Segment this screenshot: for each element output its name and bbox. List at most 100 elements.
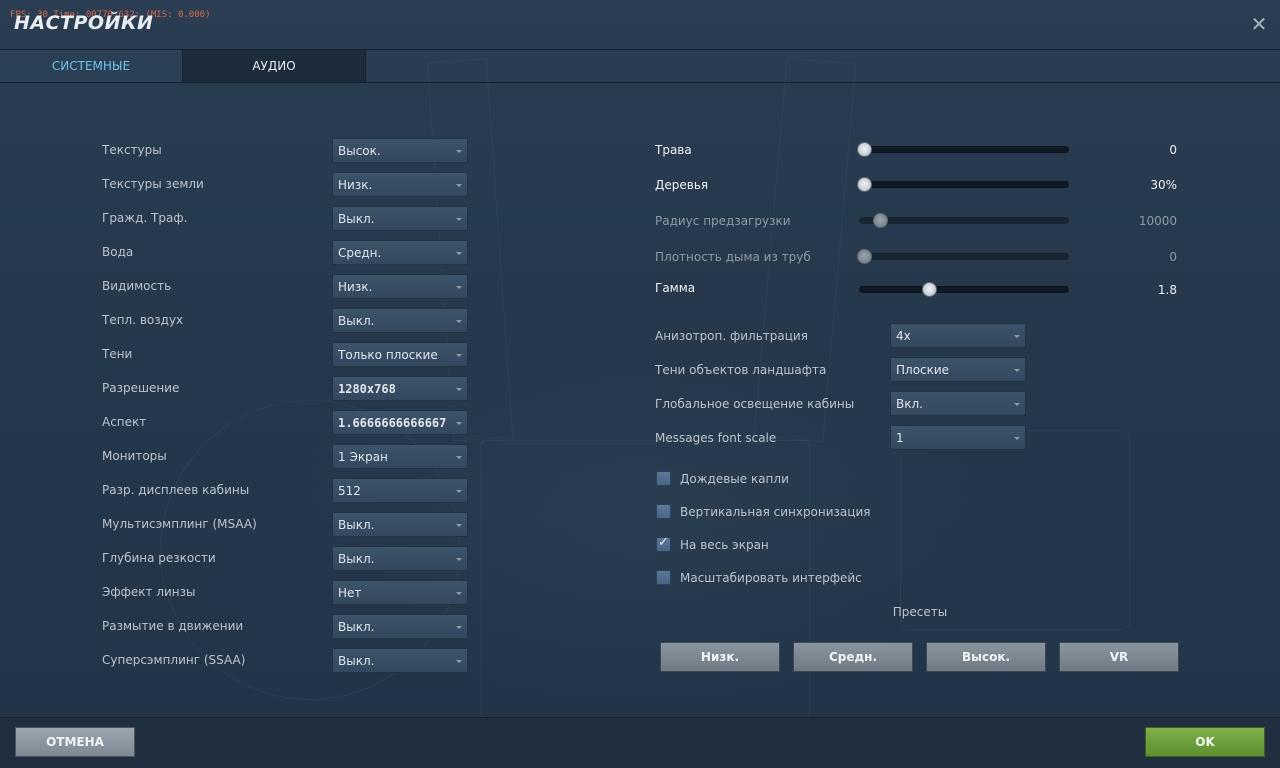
checkbox-vsync[interactable] [656,504,671,519]
slider-preload-radius[interactable] [859,217,1069,224]
dropdown-value: 512 [338,484,361,498]
dropdown-shadows[interactable]: Только плоские [332,342,468,367]
dropdown-msaa[interactable]: Выкл. [332,512,468,537]
setting-label-resolution: Разрешение [102,381,180,395]
dropdown-water[interactable]: Средн. [332,240,468,265]
slider-thumb-gamma[interactable] [921,282,937,297]
checkbox-scale-ui[interactable] [656,570,671,585]
ok-button[interactable]: OK [1145,727,1265,757]
preset-high-button[interactable]: Высок. [926,642,1046,672]
setting-label-heat-blur: Тепл. воздух [102,313,184,327]
dropdown-value: Низк. [338,178,373,192]
dropdown-cockpit-displays[interactable]: 512 [332,478,468,503]
background-cockpit-panel [900,430,1130,630]
chevron-down-icon [456,592,462,595]
slider-trees[interactable] [859,181,1069,188]
footer-bar [0,718,1280,768]
dropdown-heat-blur[interactable]: Выкл. [332,308,468,333]
preset-vr-button[interactable]: VR [1059,642,1179,672]
chevron-down-icon [456,354,462,357]
setting-label-cockpit-displays: Разр. дисплеев кабины [102,483,250,497]
checkbox-label-fullscreen[interactable]: На весь экран [680,538,769,552]
dropdown-ssaa[interactable]: Выкл. [332,648,468,673]
slider-value-trees: 30% [1150,178,1177,192]
setting-label-cockpit-gi: Глобальное освещение кабины [655,397,855,411]
dropdown-value: Высок. [338,144,381,158]
chevron-down-icon [456,626,462,629]
checkbox-label-scale-ui[interactable]: Масштабировать интерфейс [680,571,862,585]
setting-label-anisotropic: Анизотроп. фильтрация [655,329,808,343]
setting-label-aspect: Аспект [102,415,147,429]
slider-gamma[interactable] [859,286,1069,293]
slider-label-grass: Трава [655,143,692,157]
setting-label-depth-of-field: Глубина резкости [102,551,216,565]
dropdown-cockpit-gi[interactable]: Вкл. [890,391,1026,416]
dropdown-value: Выкл. [338,314,375,328]
setting-label-civil-traffic: Гражд. Траф. [102,211,188,225]
cancel-button[interactable]: ОТМЕНА [15,727,135,757]
slider-value-chimney-smoke: 0 [1169,250,1177,264]
chevron-down-icon [1014,403,1020,406]
dropdown-value: Выкл. [338,654,375,668]
setting-label-monitors: Мониторы [102,449,167,463]
chevron-down-icon [456,524,462,527]
slider-label-chimney-smoke: Плотность дыма из труб [655,250,811,264]
checkbox-label-rain-drops[interactable]: Дождевые капли [680,472,789,486]
dropdown-value: 1 Экран [338,450,388,464]
slider-value-gamma: 1.8 [1157,283,1177,297]
chevron-down-icon [456,388,462,391]
chevron-down-icon [456,252,462,255]
slider-label-trees: Деревья [655,178,709,192]
slider-grass[interactable] [859,146,1069,153]
setting-label-terrain-shadows: Тени объектов ландшафта [655,363,827,377]
setting-label-ssaa: Суперсэмплинг (SSAA) [102,653,246,667]
dropdown-value: Вкл. [896,397,923,411]
chevron-down-icon [456,320,462,323]
dropdown-value: Низк. [338,280,373,294]
slider-thumb-trees[interactable] [857,177,872,192]
dropdown-font-scale[interactable]: 1 [890,425,1026,450]
setting-label-water: Вода [102,245,134,259]
setting-label-motion-blur: Размытие в движении [102,619,244,633]
dropdown-textures[interactable]: Высок. [332,138,468,163]
chevron-down-icon [456,422,462,425]
dropdown-value: Выкл. [338,518,375,532]
checkbox-fullscreen[interactable]: ✓ [656,535,671,552]
setting-label-msaa: Мультисэмплинг (MSAA) [102,517,257,531]
dropdown-value: 1.6666666666667 [338,416,447,430]
setting-label-lens-effect: Эффект линзы [102,585,196,599]
checkbox-label-vsync[interactable]: Вертикальная синхронизация [680,505,870,519]
window-title: НАСТРОЙКИ [14,12,154,34]
chevron-down-icon [456,286,462,289]
dropdown-lens-effect[interactable]: Нет [332,580,468,605]
dropdown-resolution[interactable]: 1280x768 [332,376,468,401]
chevron-down-icon [1014,369,1020,372]
dropdown-monitors[interactable]: 1 Экран [332,444,468,469]
dropdown-value: Выкл. [338,620,375,634]
close-icon[interactable]: ✕ [1249,14,1269,34]
dropdown-motion-blur[interactable]: Выкл. [332,614,468,639]
slider-thumb-chimney-smoke[interactable] [857,249,872,264]
dropdown-value: Плоские [896,363,950,377]
dropdown-terrain-shadows[interactable]: Плоские [890,357,1026,382]
preset-medium-button[interactable]: Средн. [793,642,913,672]
tabs-divider [0,82,1280,83]
slider-chimney-smoke[interactable] [859,253,1069,260]
dropdown-anisotropic[interactable]: 4x [890,323,1026,348]
tab-system[interactable]: СИСТЕМНЫЕ [0,50,182,83]
dropdown-visibility[interactable]: Низк. [332,274,468,299]
checkbox-rain-drops[interactable] [656,471,671,486]
slider-label-gamma: Гамма [655,281,696,295]
dropdown-terrain-textures[interactable]: Низк. [332,172,468,197]
slider-thumb-grass[interactable] [857,142,872,157]
dropdown-civil-traffic[interactable]: Выкл. [332,206,468,231]
tab-audio[interactable]: АУДИО [182,50,366,83]
dropdown-depth-of-field[interactable]: Выкл. [332,546,468,571]
preset-low-button[interactable]: Низк. [660,642,780,672]
slider-thumb-preload-radius[interactable] [872,213,888,228]
chevron-down-icon [456,558,462,561]
checkmark-icon: ✓ [658,535,669,550]
setting-label-visibility: Видимость [102,279,172,293]
dropdown-aspect[interactable]: 1.6666666666667 [332,410,468,435]
slider-value-preload-radius: 10000 [1138,214,1177,228]
